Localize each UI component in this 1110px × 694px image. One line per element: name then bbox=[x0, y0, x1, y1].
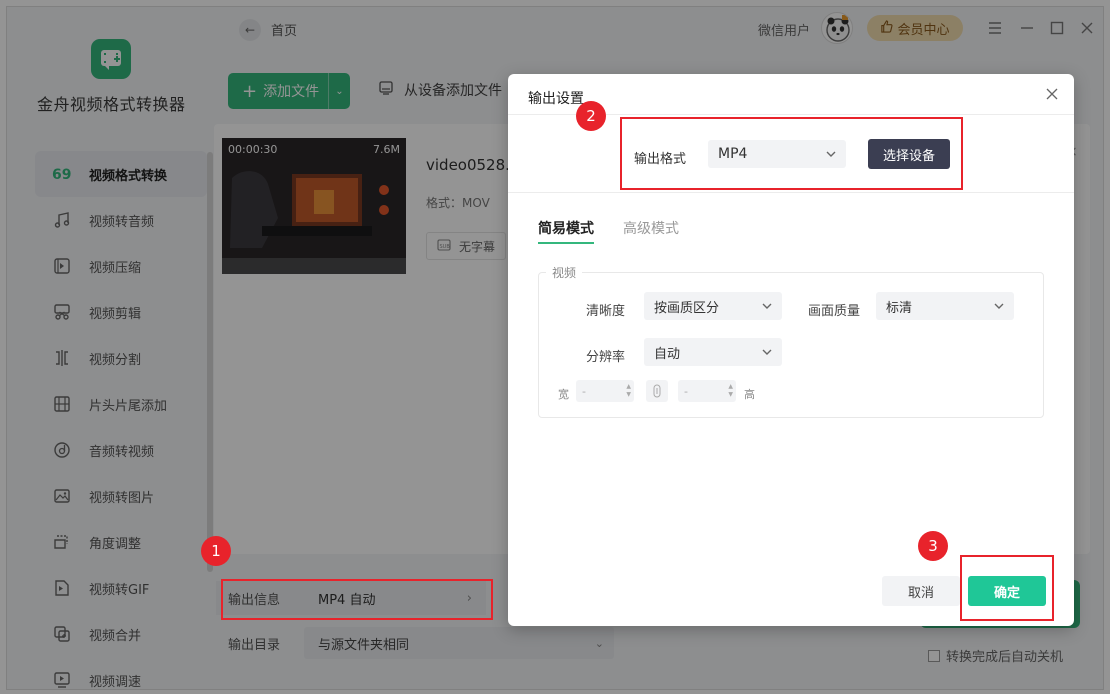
height-input[interactable]: - ▲ ▼ bbox=[678, 380, 736, 402]
chevron-down-icon bbox=[760, 345, 774, 359]
highlight-output-format bbox=[620, 117, 963, 190]
clarity-select[interactable]: 按画质区分 bbox=[644, 292, 782, 320]
spinner-icon: ▲ ▼ bbox=[728, 383, 733, 398]
close-icon[interactable] bbox=[1042, 84, 1062, 104]
resolution-label: 分辨率 bbox=[586, 350, 626, 365]
divider bbox=[508, 192, 1074, 193]
quality-select[interactable]: 标清 bbox=[876, 292, 1014, 320]
height-value: - bbox=[684, 384, 688, 398]
highlight-confirm bbox=[960, 555, 1054, 621]
dialog-title: 输出设置 bbox=[528, 91, 584, 107]
width-value: - bbox=[582, 384, 586, 398]
highlight-output-info bbox=[221, 579, 493, 620]
chevron-down-icon bbox=[992, 299, 1006, 313]
spinner-icon: ▲ ▼ bbox=[626, 383, 631, 398]
step-marker-2: 2 bbox=[576, 101, 606, 131]
tab-simple-mode[interactable]: 简易模式 bbox=[538, 218, 594, 244]
width-label: 宽 bbox=[558, 388, 569, 401]
resolution-select[interactable]: 自动 bbox=[644, 338, 782, 366]
quality-label: 画面质量 bbox=[808, 304, 861, 319]
resolution-value: 自动 bbox=[654, 346, 681, 362]
step-marker-3: 3 bbox=[918, 531, 948, 561]
clarity-value: 按画质区分 bbox=[654, 300, 720, 316]
quality-value: 标清 bbox=[886, 300, 913, 316]
step-marker-1: 1 bbox=[201, 536, 231, 566]
aspect-lock-icon[interactable] bbox=[646, 380, 668, 402]
width-input[interactable]: - ▲ ▼ bbox=[576, 380, 634, 402]
tab-advanced-mode[interactable]: 高级模式 bbox=[623, 218, 679, 238]
clarity-label: 清晰度 bbox=[586, 304, 626, 319]
height-label: 高 bbox=[744, 388, 755, 401]
chevron-down-icon bbox=[760, 299, 774, 313]
cancel-button[interactable]: 取消 bbox=[882, 576, 960, 606]
video-group-label: 视频 bbox=[546, 264, 583, 281]
